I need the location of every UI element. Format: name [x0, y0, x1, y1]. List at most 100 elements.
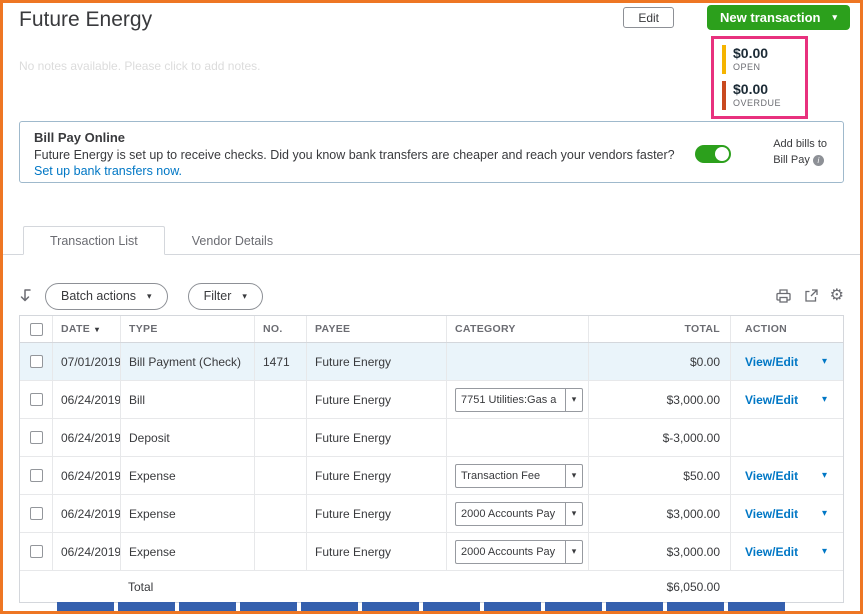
filter-label: Filter [203, 289, 232, 303]
new-transaction-button[interactable]: New transaction ▾ [707, 5, 850, 30]
action-dropdown-icon[interactable]: ▾ [822, 546, 827, 557]
print-icon[interactable] [775, 288, 792, 304]
row-no [254, 381, 306, 418]
row-payee: Future Energy [306, 343, 446, 380]
bottom-tile [240, 602, 297, 611]
chevron-down-icon[interactable]: ▾ [565, 502, 582, 525]
edit-button[interactable]: Edit [623, 7, 674, 28]
category-dropdown[interactable]: 2000 Accounts Pay ▾ [455, 501, 583, 526]
vendor-detail-page: Future Energy Edit New transaction ▾ No … [0, 0, 863, 614]
export-icon[interactable] [803, 288, 819, 304]
row-no [254, 457, 306, 494]
column-header-no: NO. [254, 316, 306, 342]
billpay-message: Future Energy is set up to receive check… [34, 148, 675, 162]
balance-summary: $0.00 OPEN $0.00 OVERDUE [711, 36, 808, 119]
bottom-tile [57, 602, 114, 611]
action-dropdown-icon[interactable]: ▾ [822, 470, 827, 481]
row-checkbox[interactable] [29, 431, 43, 444]
row-checkbox[interactable] [29, 469, 43, 482]
view-edit-link[interactable]: View/Edit [745, 355, 798, 369]
column-header-type: TYPE [120, 316, 254, 342]
table-row[interactable]: 06/24/2019 Expense Future Energy Transac… [20, 457, 843, 495]
toggle-knob [715, 147, 729, 161]
filter-button[interactable]: Filter ▾ [187, 282, 263, 310]
chevron-down-icon[interactable]: ▾ [565, 464, 582, 487]
category-dropdown[interactable]: 7751 Utilities:Gas a ▾ [455, 387, 583, 412]
row-date: 06/24/2019 [52, 381, 120, 418]
view-edit-link[interactable]: View/Edit [745, 545, 798, 559]
table-row[interactable]: 06/24/2019 Deposit Future Energy $-3,000… [20, 419, 843, 457]
batch-actions-button[interactable]: Batch actions ▾ [45, 282, 168, 310]
tabs: Transaction List Vendor Details [3, 226, 860, 255]
sort-arrow-icon[interactable] [19, 287, 35, 305]
view-edit-link[interactable]: View/Edit [745, 507, 798, 521]
new-transaction-label: New transaction [720, 10, 821, 25]
row-payee: Future Energy [306, 533, 446, 570]
action-dropdown-icon[interactable]: ▾ [822, 356, 827, 367]
row-action-cell [730, 419, 843, 456]
column-header-date[interactable]: DATE ▾ [52, 316, 120, 342]
setup-bank-transfers-link[interactable]: Set up bank transfers now. [34, 164, 182, 178]
overdue-label: OVERDUE [733, 98, 782, 108]
row-type: Expense [120, 457, 254, 494]
sort-triangle-icon: ▾ [95, 324, 100, 334]
select-all-checkbox[interactable] [29, 322, 43, 336]
view-edit-link[interactable]: View/Edit [745, 469, 798, 483]
billpay-banner: Bill Pay Online Future Energy is set up … [19, 121, 844, 183]
category-dropdown[interactable]: Transaction Fee ▾ [455, 463, 583, 488]
action-dropdown-icon[interactable]: ▾ [822, 394, 827, 405]
row-no: 1471 [254, 343, 306, 380]
table-header-row: DATE ▾ TYPE NO. PAYEE CATEGORY TOTAL ACT… [20, 315, 843, 343]
row-checkbox[interactable] [29, 545, 43, 558]
table-row[interactable]: 06/24/2019 Bill Future Energy 7751 Utili… [20, 381, 843, 419]
row-no [254, 419, 306, 456]
row-checkbox-cell [20, 343, 52, 380]
row-checkbox[interactable] [29, 507, 43, 520]
row-action-cell: View/Edit ▾ [730, 343, 843, 380]
bottom-tile [728, 602, 785, 611]
bottom-tile [362, 602, 419, 611]
overdue-amount: $0.00 [733, 81, 769, 97]
category-value: Transaction Fee [461, 469, 541, 482]
row-type: Bill Payment (Check) [120, 343, 254, 380]
table-row[interactable]: 06/24/2019 Expense Future Energy 2000 Ac… [20, 495, 843, 533]
row-type: Bill [120, 381, 254, 418]
row-date: 06/24/2019 [52, 495, 120, 532]
row-checkbox-cell [20, 457, 52, 494]
chevron-down-icon: ▾ [147, 290, 152, 301]
toolbar: Batch actions ▾ Filter ▾ ⚙ [19, 281, 844, 311]
row-checkbox-cell [20, 381, 52, 418]
column-header-category: CATEGORY [446, 316, 588, 342]
category-dropdown[interactable]: 2000 Accounts Pay ▾ [455, 539, 583, 564]
tab-transaction-list[interactable]: Transaction List [23, 226, 165, 255]
table-row[interactable]: 06/24/2019 Expense Future Energy 2000 Ac… [20, 533, 843, 571]
view-edit-link[interactable]: View/Edit [745, 393, 798, 407]
row-payee: Future Energy [306, 419, 446, 456]
row-payee: Future Energy [306, 495, 446, 532]
toggle-label-line2: Bill Pay [773, 153, 810, 166]
row-total: $-3,000.00 [588, 419, 730, 456]
billpay-toggle[interactable] [695, 145, 731, 163]
table-tools: ⚙ [775, 288, 844, 304]
table-row[interactable]: 07/01/2019 Bill Payment (Check) 1471 Fut… [20, 343, 843, 381]
toggle-label-line1: Add bills to [773, 138, 827, 150]
bottom-tile [301, 602, 358, 611]
row-checkbox[interactable] [29, 393, 43, 406]
row-checkbox[interactable] [29, 355, 43, 368]
bottom-tile [606, 602, 663, 611]
chevron-down-icon[interactable]: ▾ [565, 388, 582, 411]
action-dropdown-icon[interactable]: ▾ [822, 508, 827, 519]
footer-total-value: $6,050.00 [666, 579, 720, 594]
overdue-balance-bar [722, 81, 726, 110]
notes-placeholder[interactable]: No notes available. Please click to add … [19, 59, 260, 73]
select-all-cell [20, 316, 52, 342]
row-total: $50.00 [588, 457, 730, 494]
settings-gear-icon[interactable]: ⚙ [830, 288, 844, 304]
info-icon[interactable]: i [812, 154, 824, 166]
row-category-cell [446, 343, 588, 380]
tab-vendor-details[interactable]: Vendor Details [165, 226, 300, 255]
bottom-tile [545, 602, 602, 611]
chevron-down-icon[interactable]: ▾ [565, 540, 582, 563]
row-checkbox-cell [20, 419, 52, 456]
date-header-label: DATE [61, 323, 91, 335]
